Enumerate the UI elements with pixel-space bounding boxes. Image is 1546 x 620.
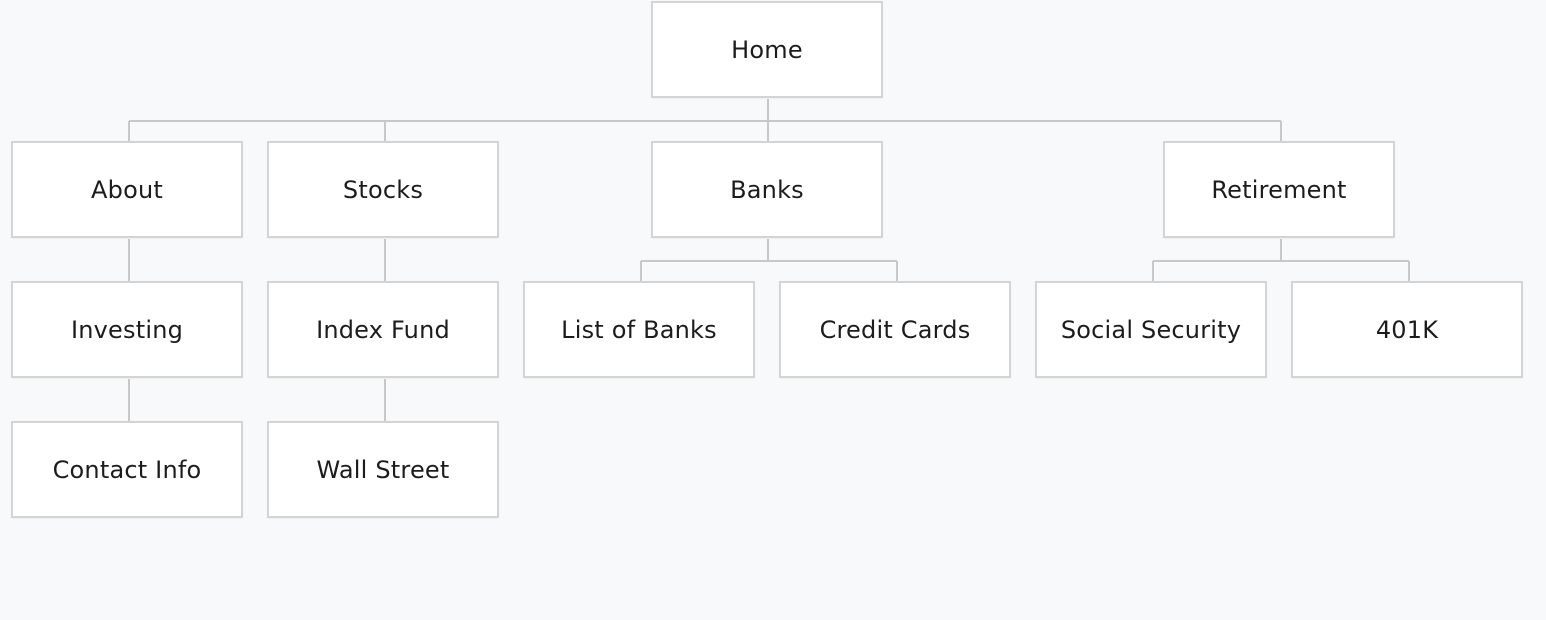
node-credit-cards[interactable]: Credit Cards bbox=[779, 281, 1011, 378]
node-label: Contact Info bbox=[52, 455, 202, 484]
sitemap-diagram: Home About Stocks Banks Retirement Inves… bbox=[0, 0, 1546, 620]
node-list-of-banks[interactable]: List of Banks bbox=[523, 281, 755, 378]
node-wall-street[interactable]: Wall Street bbox=[267, 421, 499, 518]
node-social-security[interactable]: Social Security bbox=[1035, 281, 1267, 378]
node-label: Social Security bbox=[1060, 315, 1242, 344]
node-label: Investing bbox=[70, 315, 184, 344]
node-label: Wall Street bbox=[316, 455, 450, 484]
node-investing[interactable]: Investing bbox=[11, 281, 243, 378]
node-banks[interactable]: Banks bbox=[651, 141, 883, 238]
node-index-fund[interactable]: Index Fund bbox=[267, 281, 499, 378]
node-label: List of Banks bbox=[561, 315, 717, 344]
node-label: About bbox=[91, 175, 163, 204]
node-label: Stocks bbox=[342, 175, 424, 204]
node-retirement[interactable]: Retirement bbox=[1163, 141, 1395, 238]
node-label: Index Fund bbox=[316, 315, 450, 344]
node-label: 401K bbox=[1375, 315, 1439, 344]
node-label: Retirement bbox=[1211, 175, 1347, 204]
node-label: Credit Cards bbox=[819, 315, 971, 344]
node-401k[interactable]: 401K bbox=[1291, 281, 1523, 378]
node-about[interactable]: About bbox=[11, 141, 243, 238]
node-home[interactable]: Home bbox=[651, 1, 883, 98]
node-stocks[interactable]: Stocks bbox=[267, 141, 499, 238]
node-label: Home bbox=[731, 35, 803, 64]
node-label: Banks bbox=[730, 175, 804, 204]
node-contact-info[interactable]: Contact Info bbox=[11, 421, 243, 518]
